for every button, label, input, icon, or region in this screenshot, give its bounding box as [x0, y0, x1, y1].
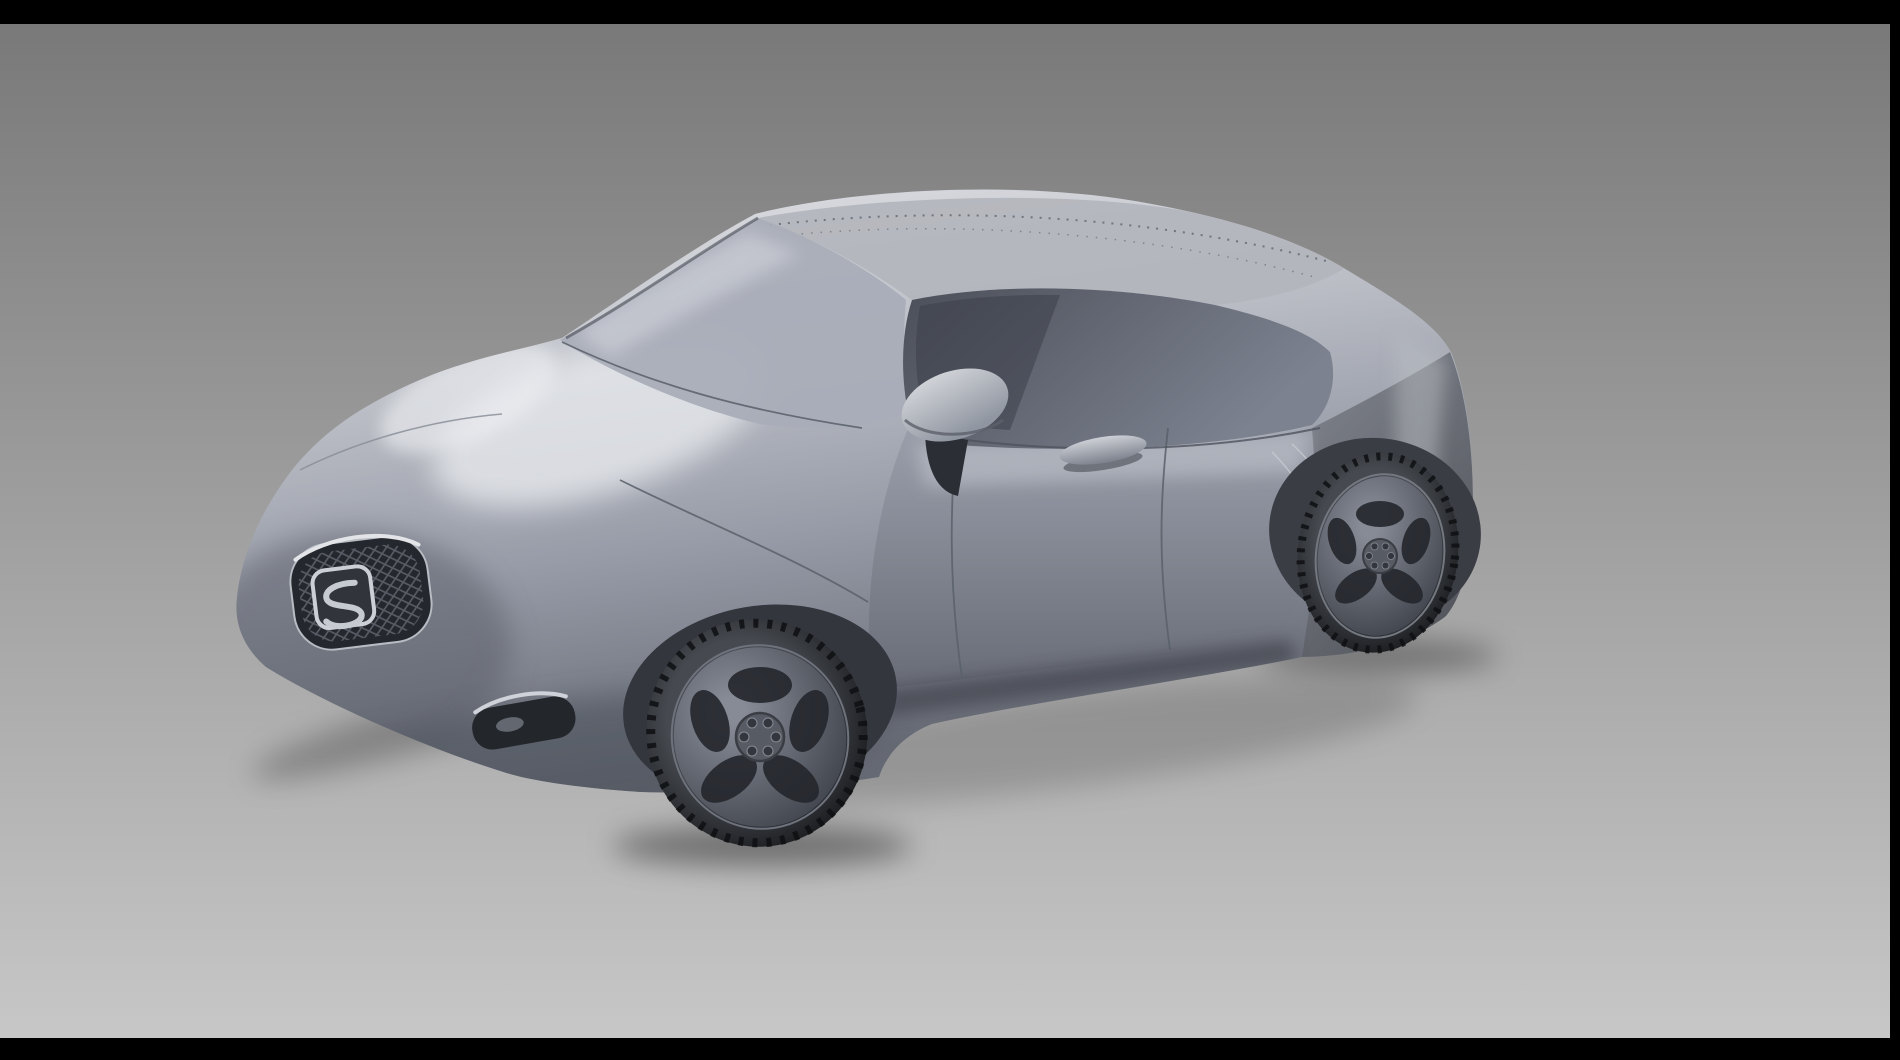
lug-nut	[771, 732, 781, 742]
lug-nut	[1371, 562, 1378, 569]
right-bar	[1890, 0, 1900, 1060]
lug-nut	[763, 746, 773, 756]
lug-nut	[763, 718, 773, 728]
lug-nut	[1366, 553, 1373, 560]
spoke-pocket	[728, 667, 792, 703]
seat-badge	[311, 565, 376, 630]
application-window	[0, 0, 1900, 1060]
lug-nut	[747, 746, 757, 756]
bottom-bar	[0, 1038, 1900, 1060]
lug-nut	[1382, 543, 1389, 550]
top-bar	[0, 0, 1900, 24]
viewport-3d[interactable]	[0, 0, 1900, 1060]
lug-nut	[739, 732, 749, 742]
lug-nut	[747, 718, 757, 728]
lug-nut	[1388, 553, 1395, 560]
lug-nut	[1382, 562, 1389, 569]
spoke-pocket	[1356, 501, 1404, 527]
lug-nut	[1371, 543, 1378, 550]
